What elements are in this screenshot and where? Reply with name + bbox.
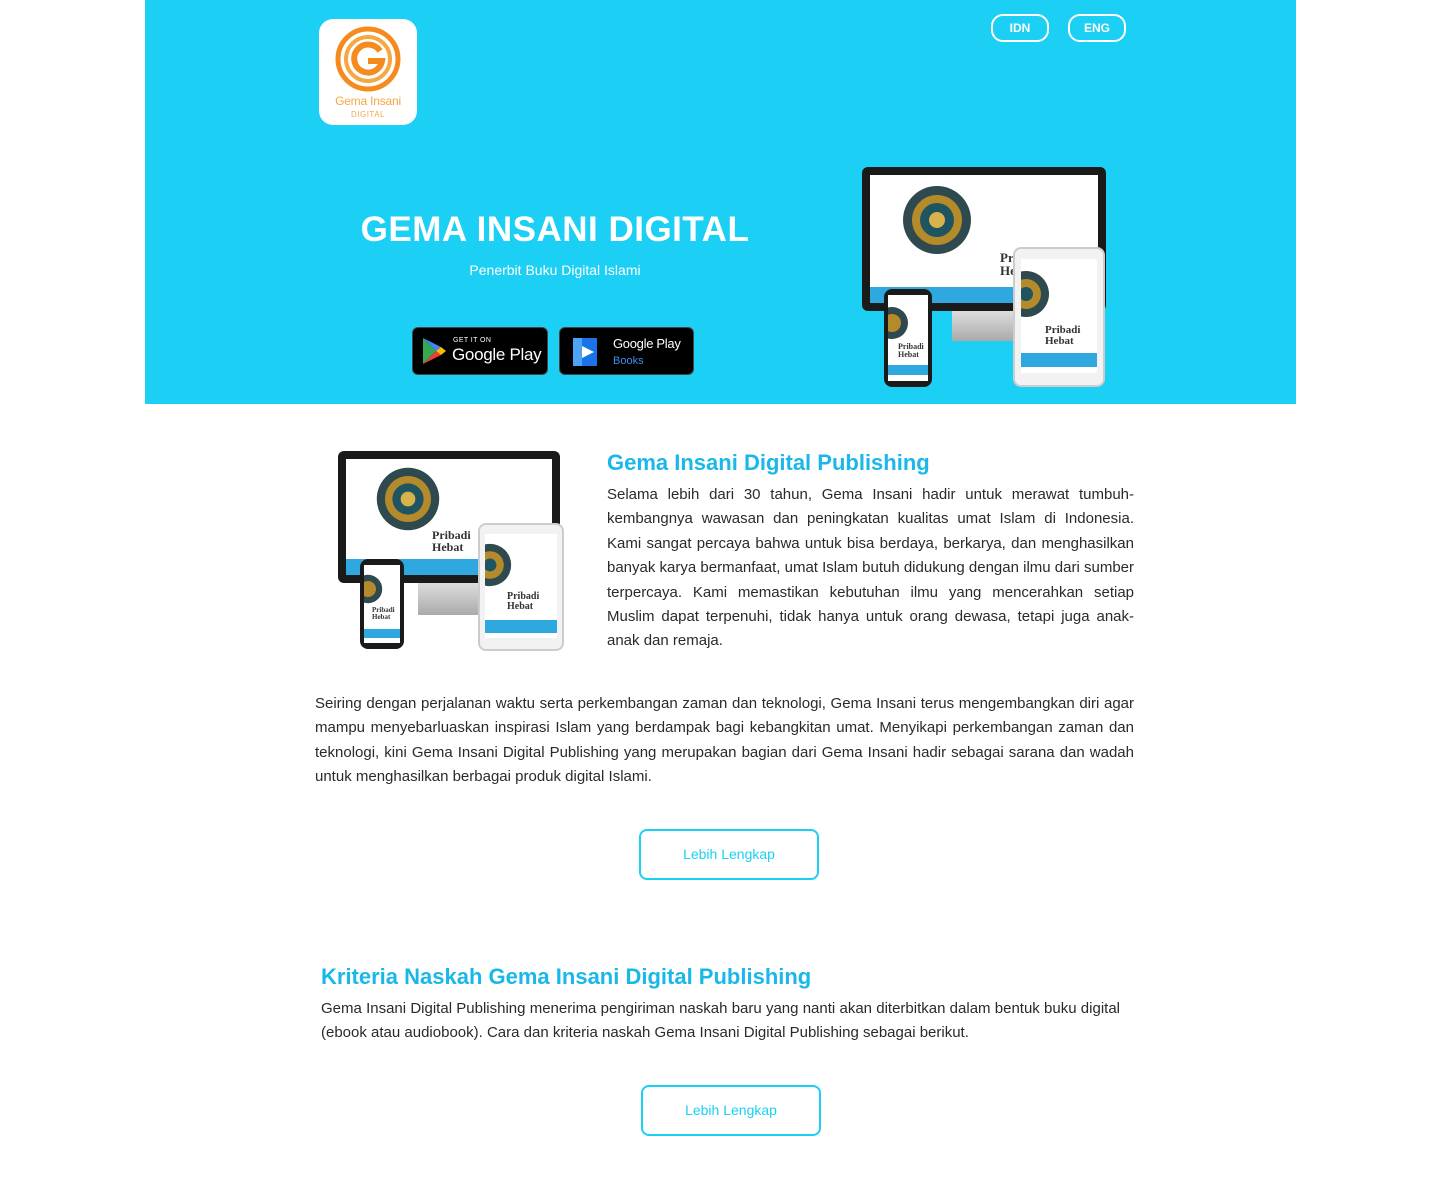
logo-name: Gema Insani — [335, 94, 401, 108]
tablet: Pribadi Hebat — [1013, 247, 1105, 387]
criteria-paragraph: Gema Insani Digital Publishing menerima … — [321, 1000, 1120, 1042]
mandala-icon — [376, 467, 440, 531]
book-bar — [364, 629, 400, 638]
book-bar — [485, 620, 557, 633]
lang-eng-button[interactable]: ENG — [1068, 14, 1126, 42]
hero-title: GEMA INSANI DIGITAL — [360, 210, 750, 249]
intro-heading: Gema Insani Digital Publishing — [607, 450, 930, 475]
badge-google-play-label: Google Play — [452, 345, 542, 364]
tablet-screen: Pribadi Hebat — [485, 534, 557, 638]
google-play-icon — [423, 338, 446, 364]
phone: Pribadi Hebat — [884, 289, 932, 387]
hero-device-mockup: PribadiHebat PribadiHebat PribadiHebat — [862, 165, 1122, 391]
monitor-stand — [418, 583, 478, 615]
criteria-more-button[interactable]: Lebih Lengkap — [641, 1085, 821, 1136]
mandala-icon — [1021, 271, 1049, 317]
hero-banner: Gema Insani DIGITAL IDN ENG GEMA INSANI … — [145, 0, 1296, 404]
google-play-badge[interactable]: GET IT ON Google Play — [412, 327, 548, 375]
book-bar — [888, 365, 928, 375]
phone: Pribadi Hebat — [360, 559, 404, 649]
lang-idn-button[interactable]: IDN — [991, 14, 1049, 42]
monitor-stand — [952, 311, 1016, 341]
badge-google-play-books-label: Google Play — [613, 336, 681, 351]
mockup-book-title: PribadiHebat — [1045, 324, 1081, 347]
google-play-books-icon — [573, 338, 597, 366]
book-bar — [1021, 353, 1097, 367]
badge-books-label: Books — [613, 355, 644, 367]
mockup-book-title: PribadiHebat — [507, 591, 540, 612]
mockup-book-title: PribadiHebat — [898, 342, 924, 359]
mandala-icon — [888, 307, 908, 339]
mockup-book-title: PribadiHebat — [372, 606, 395, 621]
google-play-books-badge[interactable]: Google Play Books — [559, 327, 694, 375]
intro-device-mockup: Pribadi Hebat Pribadi Hebat Pribadi Hebat — [338, 449, 574, 655]
mockup-book-title: PribadiHebat — [432, 528, 471, 554]
intro-paragraph-2: Seiring dengan perjalanan waktu serta pe… — [315, 695, 1134, 786]
mandala-icon — [364, 574, 383, 604]
intro-paragraph-1: Selama lebih dari 30 tahun, Gema Insani … — [607, 486, 1134, 650]
logo-sub: DIGITAL — [350, 110, 386, 119]
mandala-icon — [903, 186, 971, 254]
brand-logo[interactable]: Gema Insani DIGITAL — [319, 19, 417, 125]
phone-screen: Pribadi Hebat — [888, 295, 928, 381]
g-logo-icon — [335, 26, 401, 92]
hero-subtitle: Penerbit Buku Digital Islami — [469, 262, 641, 278]
tablet: Pribadi Hebat — [478, 523, 564, 651]
tablet-screen: Pribadi Hebat — [1021, 259, 1097, 373]
criteria-heading: Kriteria Naskah Gema Insani Digital Publ… — [321, 964, 812, 989]
phone-screen: Pribadi Hebat — [364, 565, 400, 643]
badge-get-it-on: GET IT ON — [453, 337, 492, 344]
intro-more-button[interactable]: Lebih Lengkap — [639, 829, 819, 880]
mandala-icon — [485, 543, 512, 587]
